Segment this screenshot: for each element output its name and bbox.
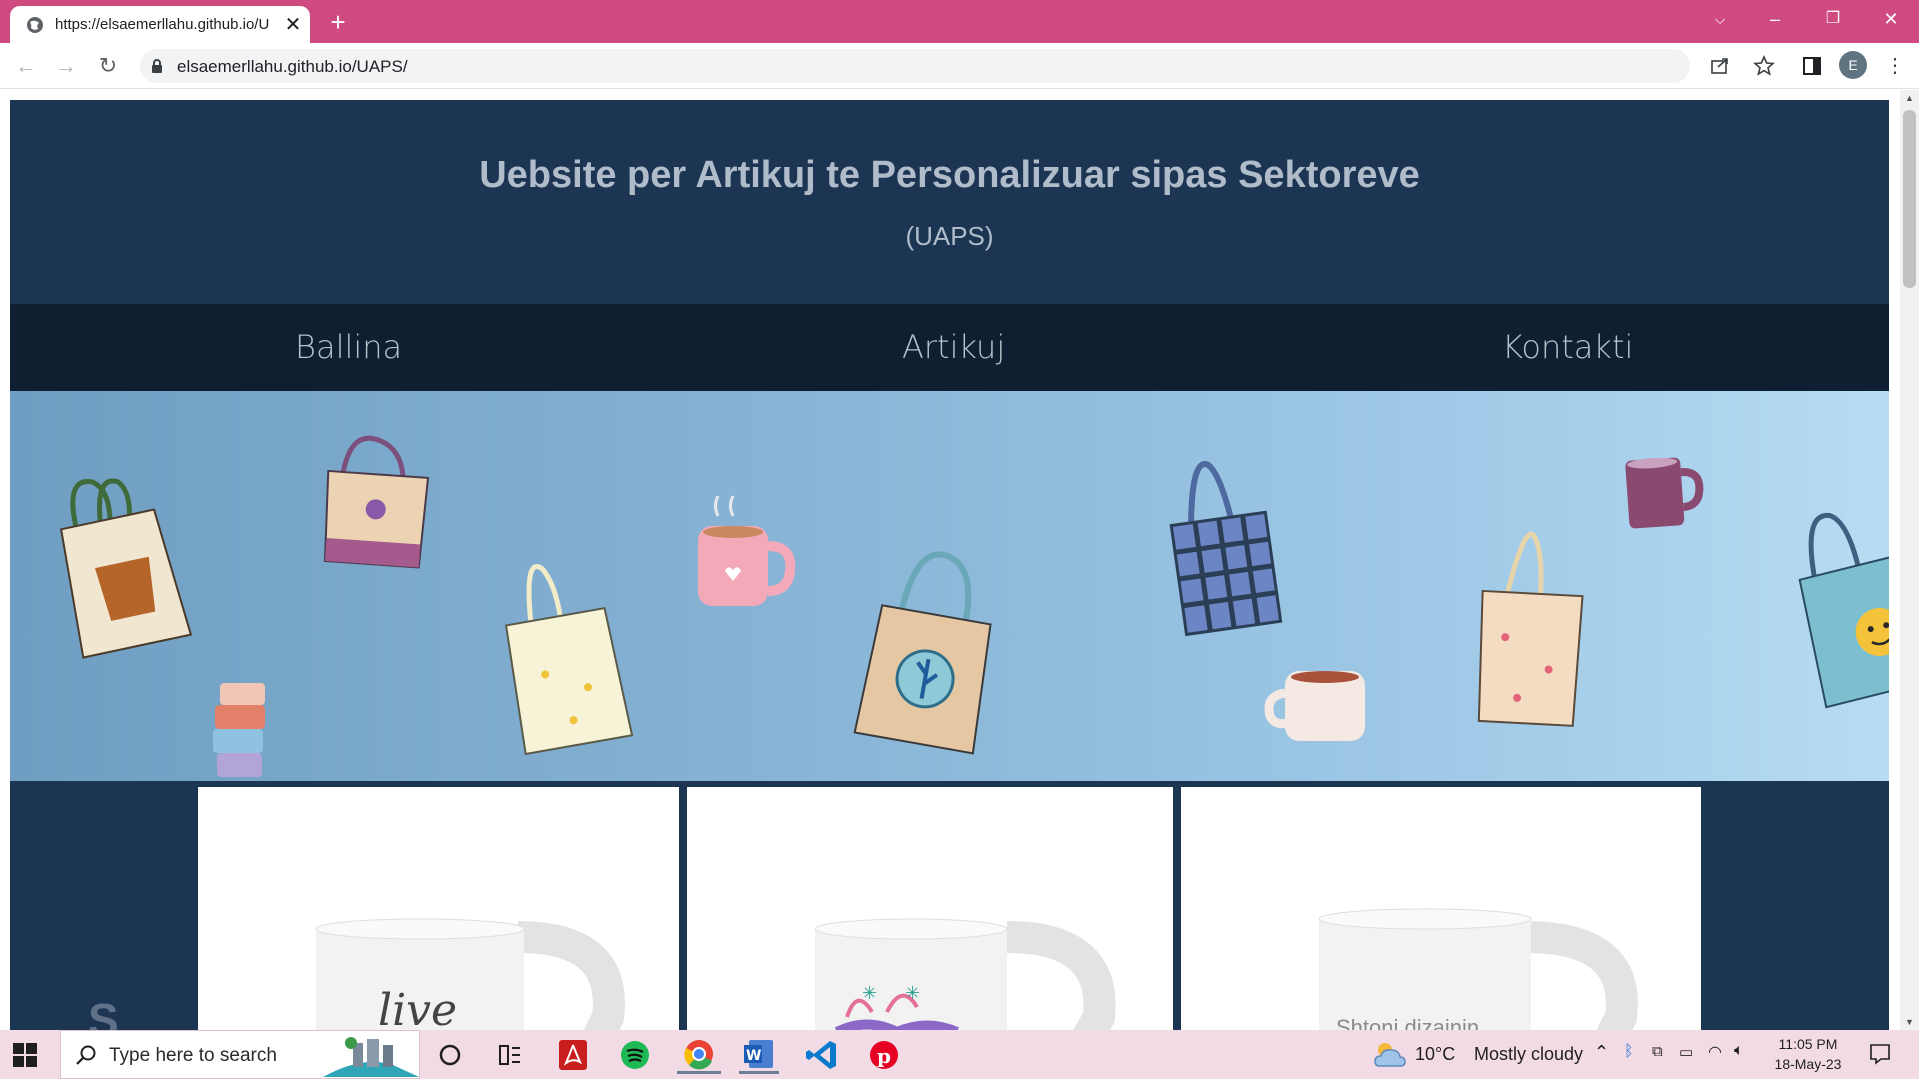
tab-title: https://elsaemerllahu.github.io/U <box>55 16 270 33</box>
task-view-icon[interactable] <box>430 1036 470 1074</box>
url-text: elsaemerllahu.github.io/UAPS/ <box>177 57 408 76</box>
site-title: Uebsite per Artikuj te Personalizuar sip… <box>479 154 1420 196</box>
minimize-button[interactable]: – <box>1750 0 1800 40</box>
close-tab-icon[interactable]: ✕ <box>282 14 304 36</box>
product-card[interactable]: live <box>198 787 679 1030</box>
browser-toolbar: ← → ↻ elsaemerllahu.github.io/UAPS/ ⋮ <box>0 43 1919 89</box>
meet-now-icon[interactable]: ⧉ <box>1652 1043 1663 1060</box>
mug-image: ✳ ✳ <box>814 918 1116 1030</box>
weather-cloud-icon <box>1374 1043 1406 1067</box>
browser-tab[interactable]: https://elsaemerllahu.github.io/U ✕ <box>10 6 310 43</box>
pinterest-icon[interactable]: p <box>864 1036 904 1074</box>
stacked-cups-illustration <box>213 683 265 777</box>
floral-tote-right-illustration <box>1477 531 1584 727</box>
nav-link-kontakti[interactable]: Kontakti <box>1502 328 1633 366</box>
close-window-button[interactable]: ✕ <box>1866 0 1916 40</box>
svg-text:✳: ✳ <box>905 983 920 1004</box>
globe-icon <box>27 17 43 33</box>
weather-temperature[interactable]: 10°C <box>1415 1044 1455 1065</box>
banner-illustration <box>59 435 1889 777</box>
section-heading-letter: S <box>88 994 119 1030</box>
taskbar-search-box[interactable]: Type here to search <box>60 1030 420 1079</box>
coffee-mug-illustration <box>698 495 796 606</box>
vscode-icon[interactable] <box>802 1036 842 1074</box>
product-card[interactable]: ✳ ✳ <box>687 787 1173 1030</box>
scroll-up-arrow[interactable]: ▲ <box>1900 90 1919 106</box>
nav-link-ballina[interactable]: Ballina <box>295 328 402 366</box>
wifi-icon[interactable]: ◠ <box>1708 1042 1722 1062</box>
leaf-tote-illustration <box>853 551 992 755</box>
forward-button[interactable]: → <box>50 50 82 82</box>
weather-description[interactable]: Mostly cloudy <box>1474 1044 1583 1065</box>
battery-icon[interactable]: ▭ <box>1679 1043 1693 1061</box>
smiley-tote-illustration <box>1798 513 1889 709</box>
share-icon[interactable] <box>1709 55 1731 77</box>
clock-date: 18-May-23 <box>1774 1056 1842 1072</box>
scroll-down-arrow[interactable]: ▼ <box>1900 1014 1919 1030</box>
search-highlight-icon <box>323 1037 419 1077</box>
product-card[interactable]: Shtoni dizajnin <box>1181 787 1701 1030</box>
search-icon <box>76 1045 96 1065</box>
address-bar[interactable]: elsaemerllahu.github.io/UAPS/ <box>140 49 1775 83</box>
scroll-thumb[interactable] <box>1903 110 1916 288</box>
windows-start-icon[interactable] <box>12 1042 38 1068</box>
cozy-mug-illustration <box>1264 671 1365 741</box>
tote-bag-illustration <box>59 478 193 659</box>
chrome-icon[interactable] <box>677 1036 721 1074</box>
clock-time: 11:05 PM <box>1778 1036 1838 1052</box>
restore-button[interactable]: ❐ <box>1808 0 1858 40</box>
browser-tab-bar: https://elsaemerllahu.github.io/U ✕ + ⌵ … <box>0 0 1919 43</box>
tray-overflow-chevron-icon[interactable]: ⌃ <box>1594 1042 1609 1063</box>
back-button[interactable]: ← <box>10 50 42 82</box>
notification-center-icon[interactable] <box>1868 1042 1892 1066</box>
volume-icon[interactable]: 🔈︎ <box>1734 1042 1744 1060</box>
handbag-illustration <box>323 435 430 569</box>
tab-search-icon[interactable]: ⌵ <box>1695 0 1745 40</box>
main-navigation: Ballina Artikuj Kontakti <box>10 304 1889 391</box>
reload-button[interactable]: ↻ <box>92 50 124 82</box>
system-clock[interactable]: 11:05 PM 18-May-23 <box>1770 1034 1846 1074</box>
acrobat-icon[interactable] <box>553 1036 593 1074</box>
products-section: S live ✳ ✳ Shtoni dizajnin <box>10 781 1889 1030</box>
mug-image <box>1318 908 1638 1030</box>
profile-avatar[interactable]: E <box>1839 51 1867 79</box>
site-header: Uebsite per Artikuj te Personalizuar sip… <box>10 100 1889 304</box>
svg-text:W: W <box>746 1048 761 1064</box>
mug-text: live <box>378 985 458 1030</box>
site-subtitle: (UAPS) <box>905 221 994 251</box>
hero-banner <box>10 391 1889 781</box>
spotify-icon[interactable] <box>615 1036 655 1074</box>
page-viewport: Uebsite per Artikuj te Personalizuar sip… <box>0 90 1900 1030</box>
widgets-icon[interactable] <box>490 1036 530 1074</box>
windows-taskbar: Type here to search W p 10°C Mostly clou… <box>0 1030 1919 1079</box>
word-icon[interactable]: W <box>739 1036 779 1074</box>
page-scrollbar[interactable]: ▲ ▼ <box>1900 90 1919 1030</box>
search-placeholder: Type here to search <box>109 1045 277 1066</box>
menu-icon[interactable]: ⋮ <box>1880 51 1910 81</box>
side-panel-icon[interactable] <box>1797 51 1827 81</box>
svg-text:p: p <box>877 1044 891 1068</box>
bluetooth-icon[interactable]: ᛒ <box>1624 1043 1634 1061</box>
grid-tote-illustration <box>1169 461 1283 637</box>
floral-tote-illustration <box>504 564 634 756</box>
purple-mug-illustration <box>1625 457 1704 529</box>
mug-text: Shtoni dizajnin <box>1336 1015 1480 1030</box>
lock-icon <box>152 59 162 73</box>
nav-link-artikuj[interactable]: Artikuj <box>902 328 1005 366</box>
new-tab-button[interactable]: + <box>322 6 354 38</box>
bookmark-star-icon[interactable] <box>1753 55 1775 77</box>
svg-text:✳: ✳ <box>862 983 877 1004</box>
